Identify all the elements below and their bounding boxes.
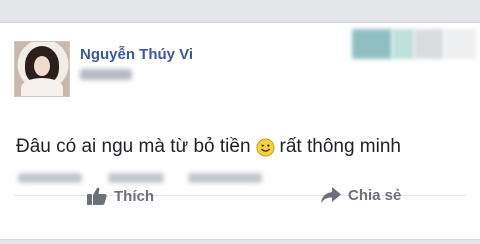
blurred-stat-3 xyxy=(188,173,262,183)
share-label: Chia sẻ xyxy=(348,186,402,204)
author-avatar[interactable] xyxy=(14,41,70,97)
message-text-end: rất thông minh xyxy=(279,136,401,157)
top-background-strip xyxy=(0,0,480,20)
share-arrow-icon xyxy=(321,187,341,203)
avatar-body xyxy=(21,78,63,96)
blurred-stat-1 xyxy=(18,173,82,183)
blurred-stat-2 xyxy=(108,173,164,183)
post-message: Đâu có ai ngu mà từ bỏ tiền rất thông mi… xyxy=(16,136,401,158)
message-text-start: Đâu có ai ngu mà từ bỏ tiền xyxy=(16,136,251,157)
blurred-watermark xyxy=(352,29,476,59)
avatar-face xyxy=(34,56,50,76)
screenshot: Nguyễn Thúy Vi Đâu có ai ngu mà từ bỏ ti… xyxy=(0,0,480,244)
like-button[interactable]: Thích xyxy=(86,186,154,206)
post-card: Nguyễn Thúy Vi Đâu có ai ngu mà từ bỏ ti… xyxy=(0,22,480,240)
bottom-background-strip xyxy=(0,240,480,244)
author-name[interactable]: Nguyễn Thúy Vi xyxy=(80,46,193,63)
smiley-emoji-icon xyxy=(256,137,275,157)
thumbs-up-icon xyxy=(87,187,107,205)
like-label: Thích xyxy=(114,187,154,205)
share-button[interactable]: Chia sẻ xyxy=(320,186,401,204)
blurred-post-time xyxy=(80,69,132,80)
